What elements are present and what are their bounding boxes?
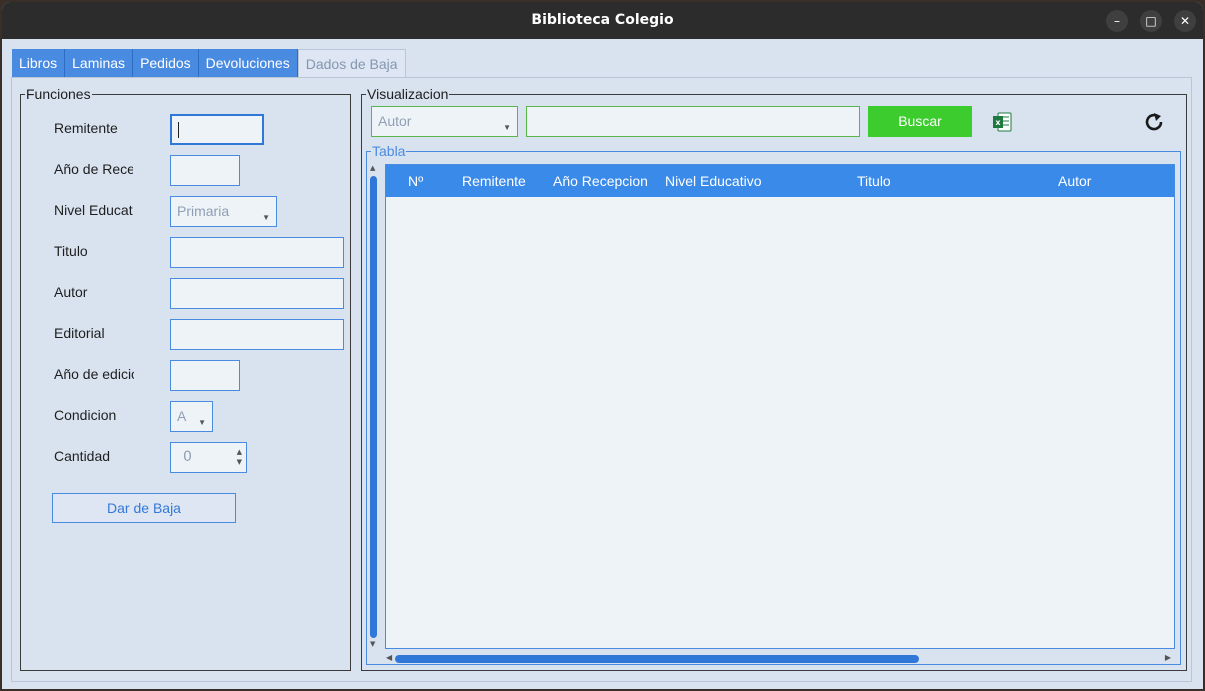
table-header: Nº Remitente Año Recepcion Nivel Educati… <box>386 165 1174 197</box>
spin-up-icon[interactable]: ▲ <box>237 449 242 456</box>
tab-bar: Libros Laminas Pedidos Devoluciones Dado… <box>12 49 406 78</box>
cantidad-value: 0 <box>183 449 192 465</box>
horizontal-scroll-thumb[interactable] <box>395 655 919 663</box>
anio-edicion-label: Año de edicion <box>54 366 134 382</box>
excel-icon[interactable]: x <box>991 111 1013 133</box>
title-bar[interactable]: Biblioteca Colegio – □ ✕ <box>2 2 1203 39</box>
condicion-label: Condicion <box>54 407 117 423</box>
column-header-titulo[interactable]: Titulo <box>857 165 891 197</box>
cantidad-label: Cantidad <box>54 448 111 464</box>
close-icon[interactable]: ✕ <box>1174 10 1196 32</box>
dar-de-baja-button[interactable]: Dar de Baja <box>52 493 236 523</box>
scroll-down-icon[interactable]: ▼ <box>370 640 375 648</box>
titulo-input[interactable] <box>170 237 344 268</box>
titulo-label: Titulo <box>54 243 88 259</box>
autor-input[interactable] <box>170 278 344 309</box>
column-header-anio-recepcion[interactable]: Año Recepcion <box>553 165 648 197</box>
buscar-button[interactable]: Buscar <box>868 106 972 137</box>
window-title: Biblioteca Colegio <box>531 12 674 28</box>
scroll-right-icon[interactable]: ▶ <box>1165 653 1171 662</box>
column-header-autor[interactable]: Autor <box>1058 165 1091 197</box>
autor-label: Autor <box>54 284 88 300</box>
column-header-remitente[interactable]: Remitente <box>462 165 526 197</box>
funciones-legend: Funciones <box>26 86 91 102</box>
cantidad-spinner[interactable]: 0 ▲ ▼ <box>170 442 247 473</box>
column-header-nivel-educativo[interactable]: Nivel Educativo <box>665 165 762 197</box>
tab-devoluciones[interactable]: Devoluciones <box>198 49 298 78</box>
minimize-icon[interactable]: – <box>1106 10 1128 32</box>
remitente-label: Remitente <box>54 120 118 136</box>
maximize-icon[interactable]: □ <box>1140 10 1162 32</box>
tab-dados-de-baja[interactable]: Dados de Baja <box>297 49 406 78</box>
scroll-up-icon[interactable]: ▲ <box>370 164 375 172</box>
svg-text:x: x <box>995 118 1001 127</box>
editorial-input[interactable] <box>170 319 344 350</box>
nivel-educativo-value: Primaria <box>177 203 230 219</box>
editorial-label: Editorial <box>54 325 105 341</box>
anio-recepcion-label: Año de Recepcion <box>54 161 133 177</box>
vertical-scroll-thumb[interactable] <box>370 176 377 638</box>
condicion-select[interactable]: A ▼ <box>170 401 213 432</box>
filter-value: Autor <box>378 113 412 129</box>
spin-down-icon[interactable]: ▼ <box>237 459 242 466</box>
refresh-icon[interactable] <box>1143 111 1165 133</box>
horizontal-scrollbar[interactable]: ◀ ▶ <box>385 653 1175 665</box>
nivel-educativo-select[interactable]: Primaria ▼ <box>170 196 277 227</box>
tabla-legend: Tabla <box>372 143 406 159</box>
chevron-down-icon: ▼ <box>198 418 206 427</box>
tab-pedidos[interactable]: Pedidos <box>133 49 199 78</box>
chevron-down-icon: ▼ <box>262 213 270 222</box>
tab-laminas[interactable]: Laminas <box>65 49 134 78</box>
anio-edicion-input[interactable] <box>170 360 240 391</box>
tab-libros[interactable]: Libros <box>12 49 66 78</box>
search-input[interactable] <box>526 106 860 137</box>
text-caret <box>178 122 179 138</box>
visualizacion-legend: Visualizacion <box>367 86 449 102</box>
column-header-numero[interactable]: Nº <box>408 165 423 197</box>
anio-recepcion-input[interactable] <box>170 155 240 186</box>
remitente-input[interactable] <box>170 114 264 145</box>
condicion-value: A <box>177 408 187 424</box>
chevron-down-icon: ▼ <box>503 123 511 132</box>
scroll-left-icon[interactable]: ◀ <box>386 653 392 662</box>
vertical-scrollbar[interactable]: ▲ ▼ <box>368 164 379 648</box>
nivel-educativo-label: Nivel Educativo <box>54 202 133 218</box>
data-table[interactable]: Nº Remitente Año Recepcion Nivel Educati… <box>385 164 1175 649</box>
filter-select[interactable]: Autor ▼ <box>371 106 518 137</box>
